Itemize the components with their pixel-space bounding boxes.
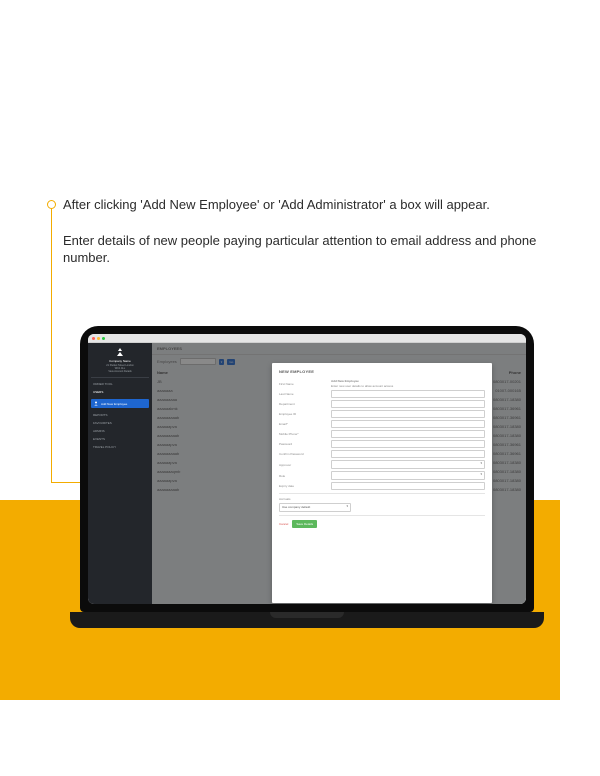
field-email-label: Email*: [279, 422, 327, 426]
field-approver-label: Approver: [279, 463, 327, 467]
instruction-callout: After clicking 'Add New Employee' or 'Ad…: [63, 196, 543, 285]
company-name: Company Name: [91, 359, 149, 363]
cancel-button[interactable]: Cancel: [279, 522, 288, 526]
new-employee-modal: NEW EMPLOYEE First Name Add New Employee…: [272, 363, 492, 603]
modal-title: NEW EMPLOYEE: [279, 369, 485, 374]
nav-admins[interactable]: ADMINS: [91, 427, 149, 435]
callout-line-1: After clicking 'Add New Employee' or 'Ad…: [63, 196, 543, 214]
department-input[interactable]: [331, 400, 485, 408]
browser-window: Company Name 21 Packet Street London WC1…: [88, 334, 526, 604]
nav-events[interactable]: EVENTS: [91, 435, 149, 443]
password-input[interactable]: [331, 440, 485, 448]
modal-hint-title: Add New Employee: [331, 379, 485, 383]
nav-favourites[interactable]: FAVOURITES: [91, 419, 149, 427]
confirm-password-input[interactable]: [331, 450, 485, 458]
nav-users[interactable]: USERS: [91, 388, 149, 396]
email-input[interactable]: [331, 420, 485, 428]
window-min-icon: [97, 337, 100, 340]
company-logo: [91, 347, 149, 357]
role-select[interactable]: [331, 471, 485, 480]
save-details-button[interactable]: Save Details: [292, 520, 317, 528]
company-address: 21 Packet Street London WC1 4LL View Acc…: [91, 365, 149, 373]
field-first-name-label: First Name: [279, 382, 327, 386]
window-max-icon: [102, 337, 105, 340]
browser-chrome: [88, 334, 526, 343]
nav-reports[interactable]: REPORTS: [91, 411, 149, 419]
field-last-name-label: Last Name: [279, 392, 327, 396]
laptop-mockup: Company Name 21 Packet Street London WC1…: [70, 326, 544, 626]
field-employee-id-label: Employee ID: [279, 412, 327, 416]
mobile-input[interactable]: [331, 430, 485, 438]
employee-id-input[interactable]: [331, 410, 485, 418]
user-plus-icon: [94, 401, 99, 406]
nav-policy[interactable]: TRAVEL POLICY: [91, 443, 149, 451]
approver-select[interactable]: [331, 460, 485, 469]
last-name-input[interactable]: [331, 390, 485, 398]
field-mobile-label: Mobile Phone*: [279, 432, 327, 436]
field-confirm-label: Confirm Password: [279, 452, 327, 456]
modal-hint-sub: Enter new user details to allow account …: [331, 384, 485, 388]
field-password-label: Password: [279, 442, 327, 446]
expiry-input[interactable]: [331, 482, 485, 490]
add-new-employee-button[interactable]: Add New Employee: [91, 399, 149, 408]
callout-line-2: Enter details of new people paying parti…: [63, 232, 543, 267]
main-content: EMPLOYEES Employees ▾ Go Name Phone J: [152, 343, 526, 604]
accruals-select[interactable]: Use company default: [279, 503, 351, 512]
field-expiry-label: Expiry date: [279, 484, 327, 488]
accruals-label: Accruals: [279, 497, 485, 501]
guide-line-vertical: [51, 208, 52, 482]
sidebar: Company Name 21 Packet Street London WC1…: [88, 343, 152, 604]
field-role-label: Role: [279, 474, 327, 478]
nav-order-tool[interactable]: ORDER TOOL: [91, 380, 149, 388]
window-close-icon: [92, 337, 95, 340]
field-department-label: Department: [279, 402, 327, 406]
